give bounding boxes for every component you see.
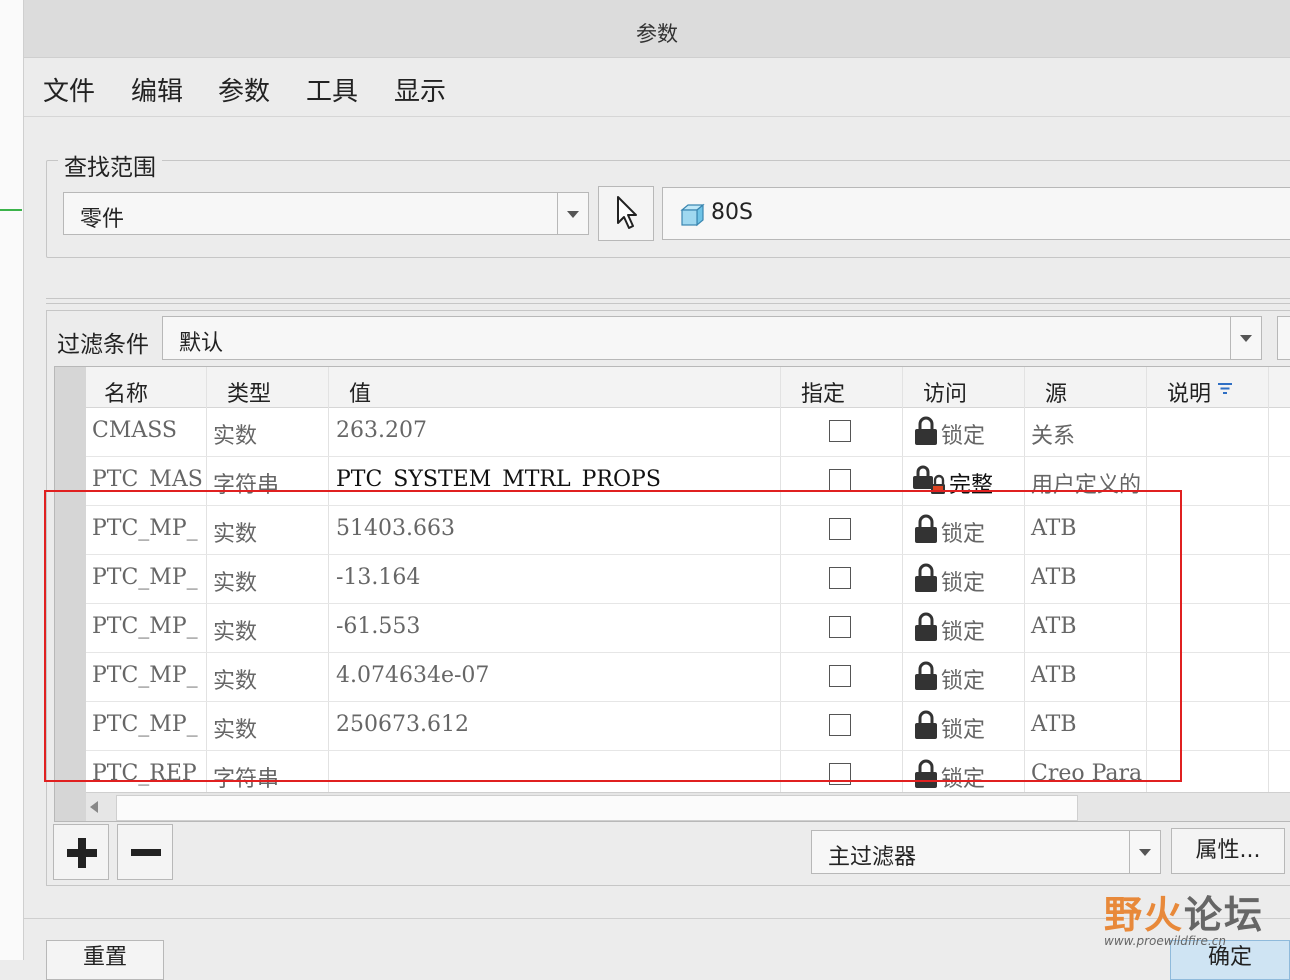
param-value[interactable]: 263.207: [336, 418, 427, 443]
filter-dropdown[interactable]: 默认: [162, 316, 1262, 360]
menu-tools[interactable]: 工具: [306, 71, 358, 108]
horizontal-scrollbar[interactable]: [86, 792, 1290, 821]
column-header-value[interactable]: 值: [329, 367, 780, 407]
watermark-url: www.proewildfire.cn: [1104, 934, 1226, 948]
remove-parameter-button[interactable]: [117, 824, 173, 880]
select-item-button[interactable]: [598, 186, 654, 241]
panel-splitter[interactable]: [46, 298, 1290, 304]
forum-watermark: 野火论坛 www.proewildfire.cn: [1100, 880, 1280, 950]
menu-edit[interactable]: 编辑: [131, 71, 183, 108]
chevron-down-icon[interactable]: [1129, 831, 1160, 873]
scroll-left-icon[interactable]: [90, 801, 98, 813]
add-parameter-button[interactable]: [53, 824, 109, 880]
menu-bar: 文件 编辑 参数 工具 显示: [24, 59, 1290, 117]
scrollbar-thumb[interactable]: [116, 795, 1078, 821]
column-header-designate[interactable]: 指定: [781, 367, 902, 407]
menu-file[interactable]: 文件: [43, 71, 95, 108]
param-value[interactable]: PTC_SYSTEM_MTRL_PROPS: [336, 467, 661, 492]
watermark-title-part1: 野火: [1104, 893, 1185, 937]
menu-parameters[interactable]: 参数: [218, 71, 270, 108]
properties-button[interactable]: 属性...: [1171, 828, 1285, 874]
part-cube-icon: [680, 203, 705, 227]
cursor-arrow-icon: [617, 196, 637, 229]
column-header-source[interactable]: 源: [1025, 367, 1146, 407]
column-header-name[interactable]: 名称: [86, 367, 206, 407]
lock-icon: [913, 416, 939, 450]
filter-dropdown-value: 默认: [179, 331, 224, 356]
scope-dropdown-value: 零件: [80, 207, 125, 232]
filter-icon[interactable]: [1217, 382, 1233, 396]
selected-model-field[interactable]: 80S: [662, 187, 1290, 240]
plus-icon: [67, 838, 97, 868]
dialog-title: 参数: [636, 22, 678, 46]
column-header-access[interactable]: 访问: [903, 367, 1024, 407]
designate-checkbox[interactable]: [829, 420, 851, 442]
table-row[interactable]: CMASS 实数 263.207 锁定 关系: [86, 407, 1290, 457]
designate-checkbox[interactable]: [829, 469, 851, 491]
highlight-rectangle: [44, 490, 1182, 782]
dialog-title-bar: 参数: [24, 0, 1290, 58]
access-value: 锁定: [941, 424, 986, 449]
main-filter-dropdown[interactable]: 主过滤器: [811, 830, 1161, 874]
main-filter-value: 主过滤器: [828, 845, 917, 870]
minus-icon: [131, 849, 161, 856]
chevron-down-icon[interactable]: [557, 193, 588, 234]
param-type: 实数: [213, 424, 258, 449]
reset-button[interactable]: 重置: [46, 940, 164, 980]
filter-side-button[interactable]: [1277, 316, 1290, 360]
watermark-title-part2: 论坛: [1184, 893, 1265, 937]
chevron-down-icon[interactable]: [1230, 317, 1261, 359]
param-source: 关系: [1031, 424, 1076, 449]
filter-label: 过滤条件: [57, 332, 149, 358]
model-name: 80S: [711, 200, 753, 225]
column-header-description[interactable]: 说明: [1147, 367, 1268, 407]
param-name: PTC_MAS: [92, 467, 202, 492]
column-header-type[interactable]: 类型: [207, 367, 328, 407]
menu-display[interactable]: 显示: [394, 71, 446, 108]
background-window-strip: [0, 0, 24, 960]
scope-dropdown[interactable]: 零件: [63, 192, 589, 235]
search-scope-legend: 查找范围: [58, 148, 162, 182]
param-name: CMASS: [92, 418, 178, 443]
